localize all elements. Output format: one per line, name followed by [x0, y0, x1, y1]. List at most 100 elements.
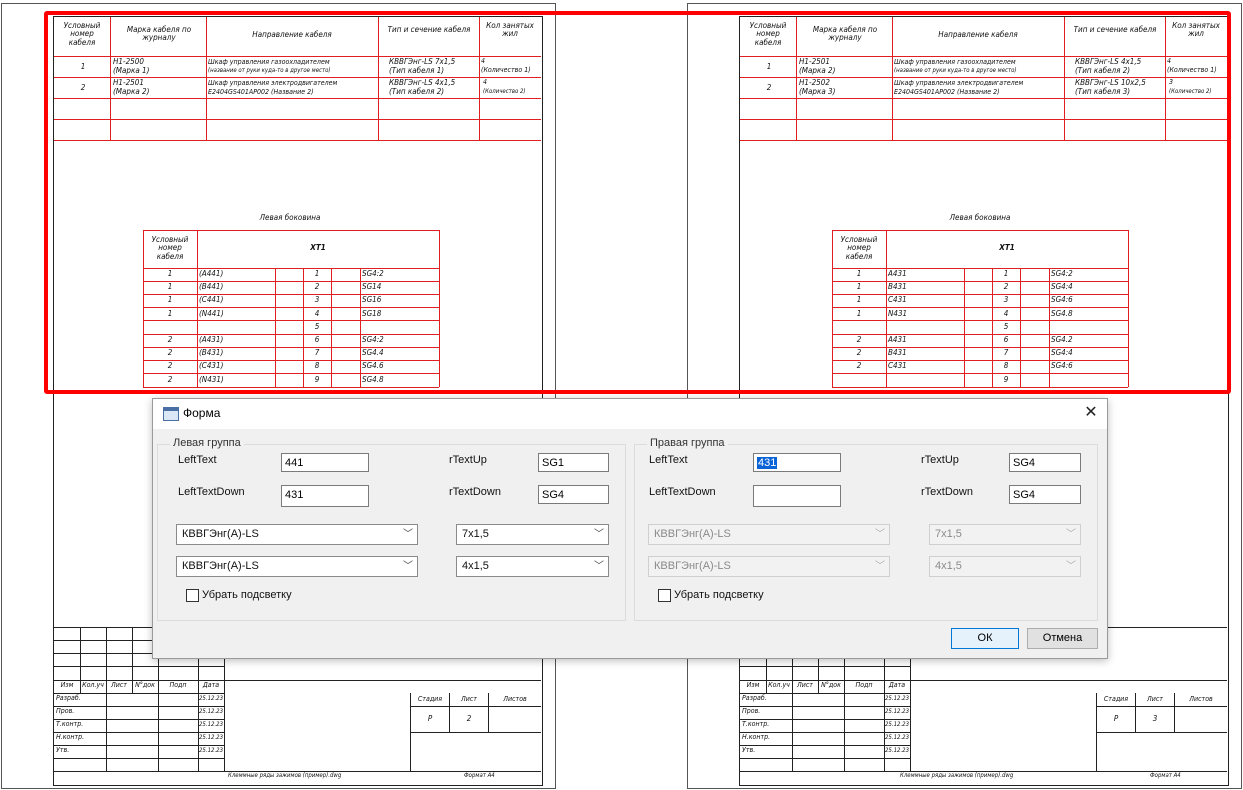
cable-section-select-1[interactable]: 7x1,5 ﹀ [456, 524, 609, 545]
chevron-down-icon: ﹀ [1066, 529, 1076, 540]
right-cable-type-select-1: КВВГЭнг(А)-LS ﹀ [648, 524, 890, 545]
stamp-date: 25.12.23 [199, 708, 224, 715]
stamp-date: 25.12.23 [885, 721, 910, 728]
sheets-label: Листов [503, 695, 527, 703]
stamp-column-label: Подп [169, 681, 187, 689]
stamp-row-label: Пров. [742, 707, 761, 715]
right-left-text-input[interactable]: 431 [753, 453, 841, 472]
chevron-down-icon: ﹀ [1066, 561, 1076, 572]
sheet-number: 2 [466, 714, 472, 723]
dialog-title: Форма [183, 406, 221, 420]
footer-file-name: Клеммные ряды зажимов (пример).dwg [900, 772, 1014, 779]
stamp-column-label: Лист [111, 681, 127, 689]
r-text-up-label: rTextUp [449, 454, 487, 466]
cancel-button[interactable]: Отмена [1027, 628, 1098, 649]
right-cable-section-select-1: 7x1,5 ﹀ [929, 524, 1081, 545]
stamp-date: 25.12.23 [199, 734, 224, 741]
stamp-date: 25.12.23 [885, 747, 910, 754]
stamp-row-label: Разраб. [742, 694, 767, 702]
right-r-text-down-input[interactable]: SG4 [1009, 485, 1081, 504]
close-icon[interactable]: ✕ [1081, 403, 1101, 423]
stage-label: Стадия [1103, 695, 1129, 703]
chevron-down-icon: ﹀ [875, 561, 885, 572]
stamp-column-label: Кол.уч [768, 681, 790, 689]
form-dialog: Форма ✕ Левая группа LeftText 441 LeftTe… [152, 398, 1108, 659]
right-cable-type-value-2: КВВГЭнг(А)-LS [654, 560, 731, 572]
right-group-title: Правая группа [647, 437, 728, 449]
right-r-text-up-input[interactable]: SG4 [1009, 453, 1081, 472]
stamp-date: 25.12.23 [885, 708, 910, 715]
ok-button[interactable]: ОК [951, 628, 1019, 649]
right-r-text-down-label: rTextDown [921, 486, 973, 498]
left-text-down-label: LeftTextDown [178, 486, 245, 498]
chevron-down-icon: ﹀ [594, 561, 604, 572]
cable-type-select-1[interactable]: КВВГЭнг(А)-LS ﹀ [176, 524, 418, 545]
form-window-icon [163, 407, 179, 421]
footer-format: Формат А4 [1150, 772, 1181, 779]
stamp-row-label: Н.контр. [56, 733, 85, 741]
stamp-column-label: N°док [821, 681, 841, 689]
left-group-title: Левая группа [170, 437, 244, 449]
right-r-text-up-label: rTextUp [921, 454, 959, 466]
stamp-column-label: Изм [60, 681, 74, 689]
stamp-date: 25.12.23 [199, 695, 224, 702]
cable-type-select-2[interactable]: КВВГЭнг(А)-LS ﹀ [176, 556, 418, 577]
stamp-row-label: Утв. [56, 746, 70, 754]
stamp-column-label: Дата [202, 681, 220, 689]
stamp-column-label: Дата [888, 681, 906, 689]
stamp-row-label: Утв. [742, 746, 756, 754]
left-text-input[interactable]: 441 [281, 453, 369, 472]
footer-file-name: Клеммные ряды зажимов (пример).dwg [228, 772, 342, 779]
sheet-label: Лист [461, 695, 477, 703]
right-left-text-label: LeftText [649, 454, 688, 466]
r-text-down-input[interactable]: SG4 [538, 485, 609, 504]
stamp-row-label: Т.контр. [56, 720, 84, 728]
right-cable-type-select-2: КВВГЭнг(А)-LS ﹀ [648, 556, 890, 577]
stamp-date: 25.12.23 [199, 721, 224, 728]
stage-value: Р [1113, 714, 1119, 723]
stamp-column-label: Подп [855, 681, 873, 689]
stamp-date: 25.12.23 [199, 747, 224, 754]
cable-type-value-1: КВВГЭнг(А)-LS [182, 528, 259, 540]
highlight-rectangle [44, 11, 1231, 394]
remove-highlight-label-right[interactable]: Убрать подсветку [674, 589, 764, 601]
r-text-down-label: rTextDown [449, 486, 501, 498]
cable-type-value-2: КВВГЭнг(А)-LS [182, 560, 259, 572]
right-cable-type-value-1: КВВГЭнг(А)-LS [654, 528, 731, 540]
sheet-label: Лист [1147, 695, 1163, 703]
chevron-down-icon: ﹀ [594, 529, 604, 540]
stamp-row-label: Разраб. [56, 694, 81, 702]
right-cable-section-value-1: 7x1,5 [935, 528, 962, 540]
left-text-label: LeftText [178, 454, 217, 466]
stamp-row-label: Т.контр. [742, 720, 770, 728]
remove-highlight-checkbox-left[interactable] [186, 589, 199, 602]
stamp-column-label: Изм [746, 681, 760, 689]
remove-highlight-label-left[interactable]: Убрать подсветку [202, 589, 292, 601]
stamp-column-label: Лист [797, 681, 813, 689]
cable-section-select-2[interactable]: 4x1,5 ﹀ [456, 556, 609, 577]
footer-format: Формат А4 [464, 772, 495, 779]
stamp-row-label: Пров. [56, 707, 75, 715]
r-text-up-input[interactable]: SG1 [538, 453, 609, 472]
stamp-column-label: Кол.уч [82, 681, 104, 689]
right-left-text-down-label: LeftTextDown [649, 486, 716, 498]
selected-text: 431 [757, 457, 778, 469]
stamp-date: 25.12.23 [885, 695, 910, 702]
right-cable-section-value-2: 4x1,5 [935, 560, 962, 572]
stamp-row-label: Н.контр. [742, 733, 771, 741]
left-text-down-input[interactable]: 431 [281, 485, 369, 507]
chevron-down-icon: ﹀ [875, 529, 885, 540]
stage-value: Р [427, 714, 433, 723]
stamp-date: 25.12.23 [885, 734, 910, 741]
stamp-column-label: N°док [135, 681, 155, 689]
stage-label: Стадия [417, 695, 443, 703]
right-left-text-down-input[interactable] [753, 485, 841, 507]
chevron-down-icon: ﹀ [403, 561, 413, 572]
chevron-down-icon: ﹀ [403, 529, 413, 540]
remove-highlight-checkbox-right[interactable] [658, 589, 671, 602]
cable-section-value-2: 4x1,5 [462, 560, 489, 572]
right-cable-section-select-2: 4x1,5 ﹀ [929, 556, 1081, 577]
sheets-label: Листов [1189, 695, 1213, 703]
cable-section-value-1: 7x1,5 [462, 528, 489, 540]
dialog-titlebar[interactable]: Форма ✕ [153, 399, 1107, 429]
